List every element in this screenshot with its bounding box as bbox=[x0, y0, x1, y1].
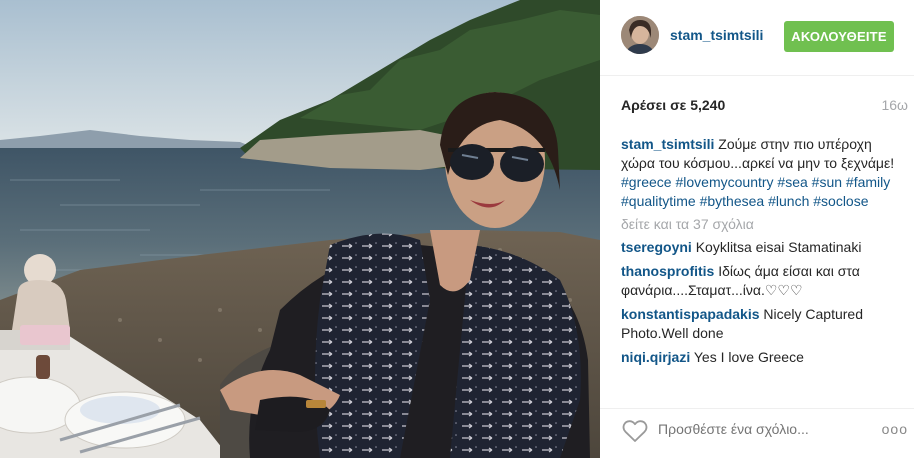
caption-username[interactable]: stam_tsimtsili bbox=[621, 136, 714, 152]
comment-username[interactable]: tseregoyni bbox=[621, 239, 692, 255]
hashtag-link[interactable]: #soclose bbox=[813, 193, 868, 209]
comment-text: Yes I love Greece bbox=[693, 349, 804, 365]
more-options-icon[interactable]: ooo bbox=[882, 421, 908, 437]
avatar-image bbox=[621, 16, 659, 54]
post-footer: ooo bbox=[600, 408, 914, 459]
follow-button[interactable]: ΑΚΟΛΟΥΘΕΙΤΕ bbox=[784, 21, 894, 52]
comment-username[interactable]: niqi.qirjazi bbox=[621, 349, 690, 365]
comment-username[interactable]: konstantispapadakis bbox=[621, 306, 760, 322]
comments-list: stam_tsimtsili Ζούμε στην πιο υπέροχη χώ… bbox=[621, 135, 896, 367]
hashtag-link[interactable]: #family bbox=[846, 174, 890, 190]
likes-row: Αρέσει σε 5,240 16ω bbox=[621, 97, 908, 117]
heart-outline-icon[interactable] bbox=[622, 419, 648, 443]
beach-photo-image bbox=[0, 0, 600, 458]
add-comment-input[interactable] bbox=[658, 421, 858, 437]
post-side-panel: stam_tsimtsili ΑΚΟΛΟΥΘΕΙΤΕ Αρέσει σε 5,2… bbox=[600, 0, 914, 458]
hashtag-link[interactable]: #lovemycountry bbox=[675, 174, 773, 190]
hashtag-link[interactable]: #bythesea bbox=[700, 193, 765, 209]
comment-item: tseregoyni Koyklitsa eisai Stamatinaki bbox=[621, 238, 896, 257]
hashtag-link[interactable]: #sea bbox=[777, 174, 807, 190]
view-all-comments-link[interactable]: δείτε και τα 37 σχόλια bbox=[621, 215, 896, 234]
username-link[interactable]: stam_tsimtsili bbox=[670, 27, 763, 43]
comment-item: konstantispapadakis Nicely Captured Phot… bbox=[621, 305, 896, 343]
caption: stam_tsimtsili Ζούμε στην πιο υπέροχη χώ… bbox=[621, 135, 896, 211]
hashtag-link[interactable]: #qualitytime bbox=[621, 193, 696, 209]
hashtag-link[interactable]: #lunch bbox=[768, 193, 809, 209]
comment-username[interactable]: thanosprofitis bbox=[621, 263, 714, 279]
comment-text: Koyklitsa eisai Stamatinaki bbox=[695, 239, 862, 255]
instagram-post: stam_tsimtsili ΑΚΟΛΟΥΘΕΙΤΕ Αρέσει σε 5,2… bbox=[0, 0, 914, 458]
post-header: stam_tsimtsili ΑΚΟΛΟΥΘΕΙΤΕ bbox=[600, 0, 914, 76]
hashtag-link[interactable]: #greece bbox=[621, 174, 672, 190]
hashtag-link[interactable]: #sun bbox=[812, 174, 842, 190]
comment-item: thanosprofitis Ιδίως άμα είσαι και στα φ… bbox=[621, 262, 896, 300]
likes-count[interactable]: Αρέσει σε 5,240 bbox=[621, 97, 725, 113]
comment-item: niqi.qirjazi Yes I love Greece bbox=[621, 348, 896, 367]
avatar[interactable] bbox=[621, 16, 659, 54]
post-photo[interactable] bbox=[0, 0, 600, 458]
post-time[interactable]: 16ω bbox=[881, 97, 908, 113]
